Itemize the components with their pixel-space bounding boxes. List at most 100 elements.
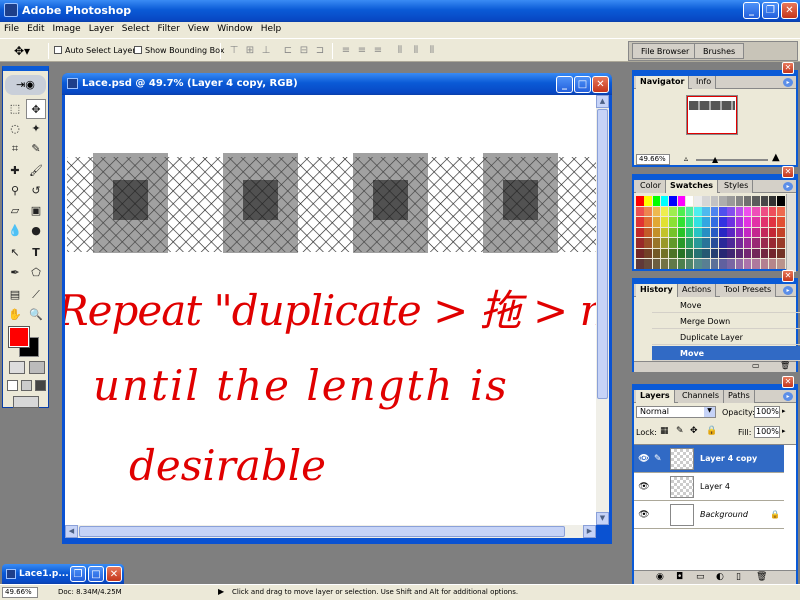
zoom-slider[interactable] (696, 159, 768, 161)
eye-icon[interactable]: 👁 (638, 445, 650, 473)
show-bounding-box-checkbox[interactable]: Show Bounding Box (134, 46, 225, 55)
color-swatch[interactable] (768, 196, 777, 206)
align-hcenter-icon[interactable]: ⊟ (298, 45, 310, 57)
hand-tool-icon[interactable]: ✋ (5, 305, 25, 325)
pen-tool-icon[interactable]: ✒ (5, 263, 25, 283)
color-swatch[interactable] (677, 227, 685, 237)
layer-style-icon[interactable]: ◉ (656, 572, 664, 582)
color-swatch[interactable] (677, 196, 685, 206)
gradient-tool-icon[interactable]: ▣ (26, 201, 46, 221)
color-swatch[interactable] (694, 248, 702, 258)
navigator-zoom-value[interactable]: 49.66% (636, 154, 670, 165)
color-swatch[interactable] (652, 206, 661, 216)
restore-button[interactable]: ❐ (762, 2, 779, 19)
color-swatch[interactable] (777, 238, 785, 248)
file-browser-tab[interactable]: File Browser (632, 43, 699, 59)
color-swatch[interactable] (743, 238, 752, 248)
color-swatch[interactable] (644, 196, 652, 206)
color-swatch[interactable] (669, 248, 677, 258)
color-swatch[interactable] (752, 238, 760, 248)
color-swatch[interactable] (660, 227, 669, 237)
swatches-close-button[interactable]: ✕ (782, 166, 794, 178)
tab-styles[interactable]: Styles (720, 180, 754, 193)
opacity-input[interactable]: 100% (754, 406, 780, 418)
tab-paths[interactable]: Paths (724, 390, 755, 403)
color-swatch[interactable] (777, 248, 785, 258)
new-layer-icon[interactable]: ▯ (736, 572, 741, 582)
color-swatch[interactable] (752, 259, 760, 269)
vertical-scroll-thumb[interactable] (597, 109, 608, 399)
color-swatch[interactable] (669, 217, 677, 227)
delete-layer-icon[interactable]: 🗑 (756, 572, 767, 582)
color-swatch[interactable] (727, 238, 735, 248)
swatches-menu-icon[interactable]: ▸ (783, 182, 793, 191)
color-swatch[interactable] (735, 206, 744, 216)
document-canvas[interactable]: Repeat "duplicate > 拖 > merge" until the… (65, 95, 596, 525)
new-snapshot-icon[interactable]: ▭ (752, 361, 760, 370)
color-swatch[interactable] (694, 196, 702, 206)
color-swatch[interactable] (719, 259, 727, 269)
layers-menu-icon[interactable]: ▸ (783, 392, 793, 401)
lock-position-icon[interactable]: ✥ (690, 426, 698, 436)
minimize-button[interactable]: _ (743, 2, 760, 19)
color-swatch[interactable] (768, 248, 777, 258)
minidoc-restore-button[interactable]: ❐ (70, 566, 86, 582)
distribute-bottom-icon[interactable]: ≡ (372, 45, 384, 57)
color-swatch[interactable] (685, 196, 694, 206)
color-swatch[interactable] (768, 259, 777, 269)
layer-name[interactable]: Layer 4 copy (700, 445, 757, 473)
jump-to-imageready-icon[interactable] (13, 396, 39, 408)
blend-mode-select[interactable]: Normal ▼ (636, 406, 716, 418)
status-arrow-icon[interactable]: ▶ (218, 587, 224, 596)
distribute-vcenter-icon[interactable]: ≡ (356, 45, 368, 57)
eye-icon[interactable]: 👁 (638, 473, 650, 501)
color-swatch[interactable] (777, 217, 785, 227)
color-swatch[interactable] (727, 248, 735, 258)
type-tool-icon[interactable]: T (26, 243, 46, 263)
color-swatch[interactable] (702, 227, 710, 237)
color-swatch[interactable] (660, 248, 669, 258)
layer-row[interactable]: 👁 ✎ Layer 4 copy (634, 445, 784, 473)
color-swatch[interactable] (743, 196, 752, 206)
menu-file[interactable]: File (0, 22, 23, 34)
color-swatch[interactable] (636, 196, 644, 206)
color-swatch[interactable] (752, 217, 760, 227)
color-swatch[interactable] (760, 206, 768, 216)
color-swatch[interactable] (644, 217, 652, 227)
screen-mode-full-menu-icon[interactable] (21, 380, 32, 391)
color-swatch[interactable] (710, 196, 719, 206)
color-swatch[interactable] (760, 238, 768, 248)
color-swatch[interactable] (685, 259, 694, 269)
color-swatch[interactable] (685, 217, 694, 227)
screen-mode-full-icon[interactable] (35, 380, 46, 391)
color-swatch[interactable] (644, 227, 652, 237)
color-swatch[interactable] (727, 227, 735, 237)
color-swatch[interactable] (702, 217, 710, 227)
swatch-grid[interactable] (636, 196, 786, 272)
crop-tool-icon[interactable]: ⌗ (5, 139, 25, 159)
tab-info[interactable]: Info (692, 76, 717, 89)
foreground-color-swatch[interactable] (8, 326, 30, 348)
eyedropper-tool-icon[interactable]: ⟋ (26, 285, 46, 305)
color-swatch[interactable] (702, 259, 710, 269)
color-swatch[interactable] (669, 238, 677, 248)
color-swatch[interactable] (685, 238, 694, 248)
swatches-scrollbar[interactable] (786, 194, 796, 272)
color-swatch[interactable] (710, 238, 719, 248)
color-swatch[interactable] (743, 259, 752, 269)
color-swatch[interactable] (760, 196, 768, 206)
tab-layers[interactable]: Layers (636, 390, 675, 403)
screen-mode-standard-icon[interactable] (7, 380, 18, 391)
color-swatch[interactable] (652, 196, 661, 206)
eye-icon[interactable]: 👁 (638, 501, 650, 529)
color-swatch[interactable] (694, 238, 702, 248)
color-swatch[interactable] (727, 259, 735, 269)
color-swatch[interactable] (702, 206, 710, 216)
color-swatch[interactable] (719, 206, 727, 216)
color-swatch[interactable] (719, 248, 727, 258)
history-item[interactable]: Move (652, 298, 800, 313)
lasso-tool-icon[interactable]: ◌ (5, 119, 25, 139)
navigator-menu-icon[interactable]: ▸ (783, 78, 793, 87)
color-swatch[interactable] (752, 248, 760, 258)
color-swatch[interactable] (768, 227, 777, 237)
